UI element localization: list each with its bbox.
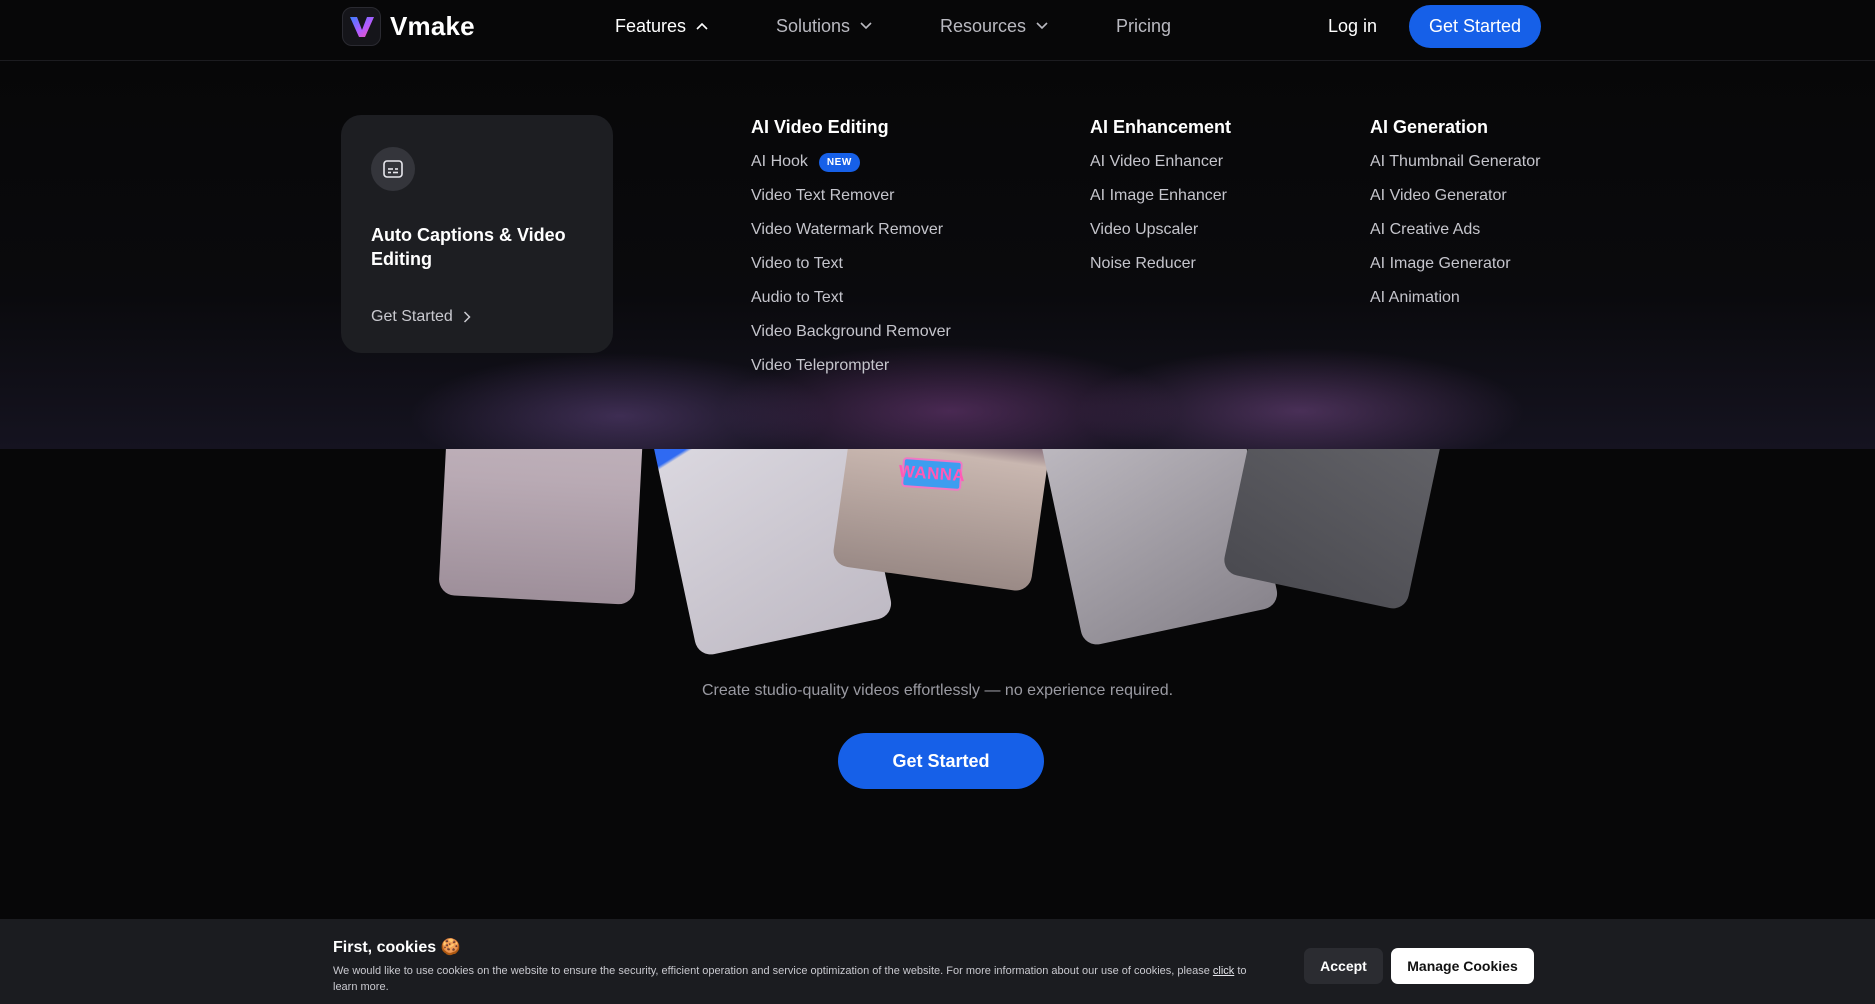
chevron-down-icon — [1036, 22, 1048, 30]
nav-solutions[interactable]: Solutions — [776, 16, 872, 36]
cookie-icon: 🍪 — [440, 939, 461, 956]
vmake-logo-icon — [342, 7, 381, 46]
cookie-learn-more-link[interactable]: click — [1213, 965, 1234, 977]
chevron-down-icon — [860, 22, 872, 30]
menu-item-ai-image-generator[interactable]: AI Image Generator — [1370, 254, 1540, 288]
new-badge: NEW — [818, 153, 860, 172]
menu-item-ai-image-enhancer[interactable]: AI Image Enhancer — [1090, 186, 1231, 220]
nav-features[interactable]: Features — [615, 16, 708, 36]
hero-subtitle: Create studio-quality videos effortlessl… — [701, 682, 1174, 699]
menu-item-label: AI Hook — [751, 153, 808, 170]
menu-item-ai-creative-ads[interactable]: AI Creative Ads — [1370, 220, 1540, 254]
menu-item-video-to-text[interactable]: Video to Text — [751, 254, 951, 288]
menu-item-ai-video-enhancer[interactable]: AI Video Enhancer — [1090, 152, 1231, 186]
cookie-title-text: First, cookies — [333, 939, 437, 956]
brand-name: Vmake — [390, 11, 475, 41]
cookie-description: We would like to use cookies on the webs… — [333, 963, 1273, 995]
menu-column-ai-video-editing: AI Video Editing AI Hook NEW Video Text … — [751, 117, 951, 390]
login-link[interactable]: Log in — [1328, 16, 1377, 37]
featured-card-link[interactable]: Get Started — [371, 308, 471, 326]
menu-column-ai-generation: AI Generation AI Thumbnail Generator AI … — [1370, 117, 1540, 322]
top-navbar: Vmake Features Solutions Resources Prici… — [0, 0, 1875, 61]
cookie-description-text: We would like to use cookies on the webs… — [333, 965, 1210, 977]
menu-item-ai-thumbnail-generator[interactable]: AI Thumbnail Generator — [1370, 152, 1540, 186]
get-started-button-header[interactable]: Get Started — [1409, 5, 1541, 48]
menu-item-noise-reducer[interactable]: Noise Reducer — [1090, 254, 1231, 288]
caption-sticker: WANNA — [898, 456, 966, 492]
chevron-up-icon — [696, 22, 708, 30]
nav-pricing[interactable]: Pricing — [1116, 16, 1171, 36]
accept-cookies-button[interactable]: Accept — [1304, 948, 1383, 984]
menu-column-heading: AI Generation — [1370, 117, 1489, 137]
manage-cookies-button[interactable]: Manage Cookies — [1391, 948, 1534, 984]
get-started-button-hero[interactable]: Get Started — [838, 733, 1044, 789]
menu-item-ai-animation[interactable]: AI Animation — [1370, 288, 1540, 322]
featured-card-link-label: Get Started — [371, 308, 453, 325]
nav-pricing-label: Pricing — [1116, 15, 1172, 36]
menu-column-heading: AI Enhancement — [1090, 117, 1232, 137]
brand-logo[interactable]: Vmake — [342, 7, 475, 46]
nav-resources[interactable]: Resources — [940, 16, 1048, 36]
menu-item-video-teleprompter[interactable]: Video Teleprompter — [751, 356, 951, 390]
chevron-right-icon — [463, 311, 471, 323]
menu-column-heading: AI Video Editing — [751, 117, 889, 137]
nav-resources-label: Resources — [940, 15, 1027, 36]
cookie-title: First, cookies 🍪 — [333, 937, 461, 957]
nav-solutions-label: Solutions — [776, 15, 851, 36]
nav-features-label: Features — [615, 15, 687, 36]
cookie-banner: First, cookies 🍪 We would like to use co… — [0, 919, 1875, 1004]
menu-column-ai-enhancement: AI Enhancement AI Video Enhancer AI Imag… — [1090, 117, 1231, 288]
features-dropdown-menu: Auto Captions & Video Editing Get Starte… — [0, 61, 1875, 449]
menu-item-ai-video-generator[interactable]: AI Video Generator — [1370, 186, 1540, 220]
menu-item-ai-hook[interactable]: AI Hook NEW — [751, 152, 951, 186]
featured-card-title: Auto Captions & Video Editing — [371, 225, 566, 269]
menu-item-audio-to-text[interactable]: Audio to Text — [751, 288, 951, 322]
menu-item-video-watermark-remover[interactable]: Video Watermark Remover — [751, 220, 951, 254]
menu-item-video-upscaler[interactable]: Video Upscaler — [1090, 220, 1231, 254]
menu-item-video-text-remover[interactable]: Video Text Remover — [751, 186, 951, 220]
menu-item-video-background-remover[interactable]: Video Background Remover — [751, 322, 951, 356]
featured-card[interactable]: Auto Captions & Video Editing Get Starte… — [341, 115, 613, 353]
captions-icon — [371, 147, 415, 191]
